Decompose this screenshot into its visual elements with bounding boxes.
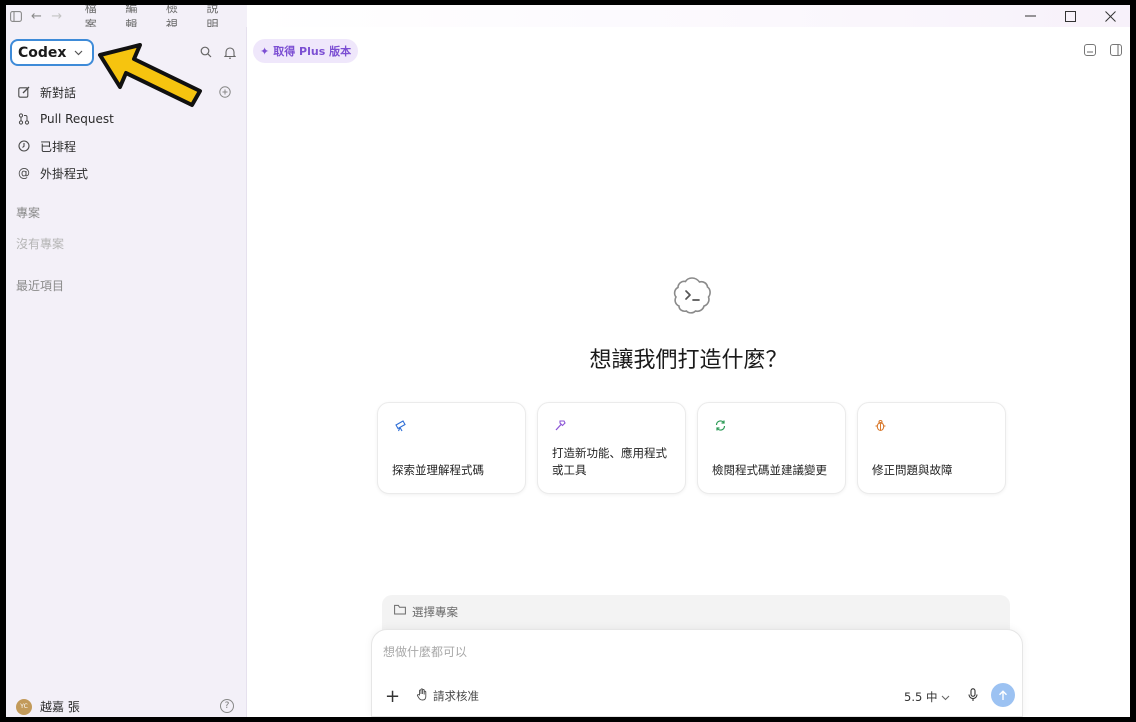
workspace-switcher[interactable]: Codex <box>10 39 95 66</box>
forward-arrow-icon[interactable]: → <box>47 5 67 27</box>
side-panel-icon[interactable] <box>1110 44 1122 56</box>
bug-icon <box>872 417 888 433</box>
project-selector[interactable]: 選擇專案 <box>382 595 1010 631</box>
suggestion-card-review[interactable]: 檢閱程式碼並建議變更 <box>697 402 846 494</box>
upgrade-plus-button[interactable]: ✦ 取得 Plus 版本 <box>253 39 359 63</box>
chevron-down-icon <box>70 45 86 61</box>
hammer-icon <box>552 417 568 433</box>
back-arrow-icon[interactable]: ← <box>26 5 46 27</box>
sidebar-toggle-icon[interactable] <box>6 5 26 27</box>
sidebar-item-pull-request[interactable]: Pull Request <box>16 108 114 130</box>
terminal-panel-icon[interactable] <box>1084 44 1096 56</box>
title-bar-left: ← → 檔案 編輯 檢視 說明 <box>6 5 247 32</box>
chevron-down-icon <box>941 690 950 704</box>
composer: 想做什麼都可以 + 請求核准 5.5 中 <box>371 629 1023 717</box>
user-name: 越嘉 張 <box>40 700 80 714</box>
send-button[interactable] <box>991 683 1015 707</box>
suggestion-cards: 探索並理解程式碼 打造新功能、應用程式或工具 檢閱程式碼並建議變更 修正問題與故… <box>377 402 1006 494</box>
suggestion-card-build[interactable]: 打造新功能、應用程式或工具 <box>537 402 686 494</box>
title-bar: ← → 檔案 編輯 檢視 說明 <box>6 5 1130 32</box>
main-panel: ✦ 取得 Plus 版本 想讓我們打造什麼？ 探索並理解程式碼 打造新功能、應用… <box>247 27 1130 717</box>
minimize-button[interactable] <box>1010 5 1050 27</box>
recent-heading: 最近項目 <box>16 279 65 293</box>
approval-mode-button[interactable]: 請求核准 <box>416 688 479 704</box>
close-button[interactable] <box>1090 5 1130 27</box>
maximize-button[interactable] <box>1050 5 1090 27</box>
sidebar-item-label: Pull Request <box>40 112 114 126</box>
app-window: ← → 檔案 編輯 檢視 說明 Codex 新對話 Pull Request 已… <box>6 5 1130 717</box>
project-selector-label: 選擇專案 <box>412 605 458 619</box>
sidebar-item-label: 已排程 <box>40 139 77 154</box>
sidebar: Codex 新對話 Pull Request 已排程 @ 外掛程式 專案 沒有專… <box>6 27 247 717</box>
projects-empty-text: 沒有專案 <box>16 237 65 251</box>
codex-logo-icon <box>673 277 711 314</box>
suggestion-card-label: 探索並理解程式碼 <box>392 463 484 477</box>
arrow-up-icon <box>999 689 1007 700</box>
suggestion-card-label: 檢閱程式碼並建議變更 <box>712 463 827 477</box>
annotation-arrow-icon <box>98 43 202 107</box>
sidebar-item-label: 外掛程式 <box>40 166 89 181</box>
at-icon: @ <box>18 166 30 180</box>
avatar: YC <box>16 698 32 715</box>
add-circle-icon[interactable] <box>217 84 233 100</box>
model-selector[interactable]: 5.5 中 <box>904 689 950 705</box>
sidebar-item-scheduled[interactable]: 已排程 <box>16 135 76 157</box>
approval-label: 請求核准 <box>433 689 479 703</box>
folder-icon <box>394 604 406 618</box>
suggestion-card-fix[interactable]: 修正問題與故障 <box>857 402 1006 494</box>
suggestion-card-label: 修正問題與故障 <box>872 463 953 477</box>
edit-icon <box>16 84 32 100</box>
sidebar-item-plugins[interactable]: @ 外掛程式 <box>16 162 88 184</box>
upgrade-label: 取得 Plus 版本 <box>273 45 352 58</box>
suggestion-card-explore[interactable]: 探索並理解程式碼 <box>377 402 526 494</box>
model-label: 5.5 中 <box>904 690 938 704</box>
prompt-input[interactable]: 想做什麼都可以 <box>383 643 467 660</box>
sidebar-item-label: 新對話 <box>40 85 77 100</box>
sidebar-item-new-chat[interactable]: 新對話 <box>16 81 76 103</box>
projects-heading: 專案 <box>16 206 41 220</box>
microphone-icon[interactable] <box>966 687 980 703</box>
suggestion-card-label: 打造新功能、應用程式或工具 <box>552 446 667 477</box>
panel-toggle-icons <box>1084 44 1122 56</box>
help-icon[interactable]: ? <box>220 699 234 713</box>
title-bar-right <box>247 5 1130 27</box>
sparkle-icon: ✦ <box>260 44 270 58</box>
attach-plus-icon[interactable]: + <box>385 686 400 707</box>
pull-request-icon <box>16 111 32 127</box>
page-title: 想讓我們打造什麼？ <box>589 348 788 373</box>
bell-icon[interactable] <box>222 44 238 60</box>
clock-icon <box>16 138 32 154</box>
user-profile[interactable]: YC 越嘉 張 <box>16 698 80 715</box>
brand-name: Codex <box>18 44 67 61</box>
hand-icon <box>416 688 428 704</box>
refresh-icon <box>712 417 728 433</box>
telescope-icon <box>392 417 408 433</box>
